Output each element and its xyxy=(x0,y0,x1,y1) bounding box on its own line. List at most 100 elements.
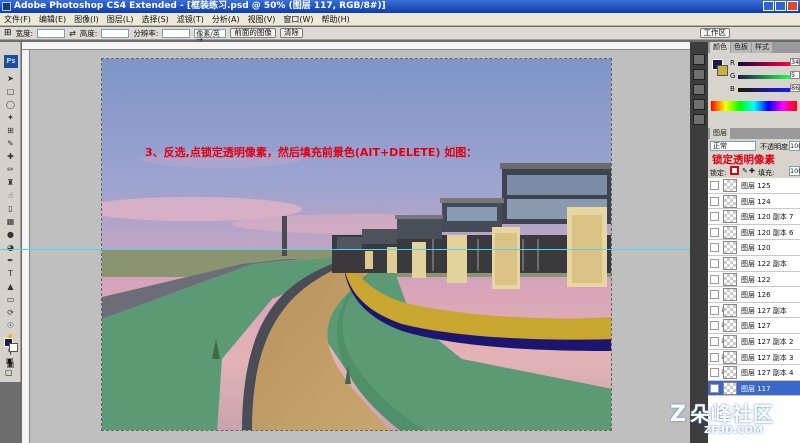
eyedropper-tool-icon[interactable]: ✎ xyxy=(5,139,16,149)
channel-b-value[interactable]: 86 xyxy=(790,84,800,92)
layer-row[interactable]: 图层 124 xyxy=(708,193,800,210)
visibility-toggle-icon[interactable] xyxy=(710,336,719,346)
tab-styles[interactable]: 样式 xyxy=(752,42,772,53)
menu-file[interactable]: 文件(F) xyxy=(4,13,31,26)
menu-view[interactable]: 视图(V) xyxy=(248,13,276,26)
eraser-tool-icon[interactable]: ▯ xyxy=(5,204,16,214)
image-canvas[interactable] xyxy=(101,58,612,431)
unit-select[interactable]: 像素/英寸 xyxy=(194,28,227,46)
background-color-swatch[interactable] xyxy=(9,343,18,352)
layer-name[interactable]: 图层 117 xyxy=(741,384,771,394)
tab-layers[interactable]: 图层 xyxy=(710,128,730,139)
blend-mode-select[interactable]: 正常 xyxy=(710,141,756,151)
tab-color[interactable]: 颜色 xyxy=(710,42,730,53)
color-spectrum-bar[interactable] xyxy=(711,101,797,111)
layer-row[interactable]: ↓图层 127 副本 4 xyxy=(708,365,800,381)
history-brush-tool-icon[interactable]: ☝ xyxy=(5,191,16,201)
visibility-toggle-icon[interactable] xyxy=(710,368,719,378)
visibility-toggle-icon[interactable] xyxy=(710,212,719,222)
layer-thumbnail[interactable] xyxy=(723,319,737,333)
stamp-tool-icon[interactable]: ♜ xyxy=(5,178,16,188)
visibility-toggle-icon[interactable] xyxy=(710,321,719,331)
layer-row[interactable]: ↓图层 127 副本 xyxy=(708,302,800,319)
visibility-toggle-icon[interactable] xyxy=(710,243,719,253)
layer-thumbnail[interactable] xyxy=(723,303,737,317)
shape-tool-icon[interactable]: ▭ xyxy=(5,295,16,305)
layer-name[interactable]: 图层 127 副本 3 xyxy=(741,353,794,363)
layer-name[interactable]: 图层 127 副本 2 xyxy=(741,337,794,347)
height-field[interactable] xyxy=(101,28,130,38)
horizontal-ruler[interactable] xyxy=(22,42,690,50)
marquee-tool-icon[interactable]: □ xyxy=(5,87,16,97)
workspace-button[interactable]: 工作区 xyxy=(699,28,730,38)
layer-thumbnail[interactable] xyxy=(723,194,737,208)
fill-field[interactable]: 100 xyxy=(789,166,800,176)
layer-row[interactable]: ↓图层 127 xyxy=(708,318,800,334)
lasso-tool-icon[interactable]: ◯ xyxy=(5,100,16,110)
channel-b-slider[interactable] xyxy=(738,88,790,92)
dodge-tool-icon[interactable]: ◕ xyxy=(5,243,16,253)
menu-help[interactable]: 帮助(H) xyxy=(322,13,350,26)
maximize-button[interactable] xyxy=(775,1,786,11)
vertical-ruler[interactable] xyxy=(22,50,30,443)
crop-tool-icon[interactable]: ⊞ xyxy=(5,126,16,136)
navigator-panel-icon[interactable] xyxy=(693,84,705,95)
width-field[interactable] xyxy=(37,28,66,38)
layer-thumbnail[interactable] xyxy=(723,288,737,302)
layer-name[interactable]: 图层 126 xyxy=(741,290,771,300)
lock-position-icon[interactable]: ✚ xyxy=(749,167,755,175)
guide-line[interactable] xyxy=(0,249,690,250)
minimize-button[interactable] xyxy=(763,1,774,11)
menu-window[interactable]: 窗口(W) xyxy=(283,13,313,26)
layer-row[interactable]: 图层 122 副本 xyxy=(708,255,800,272)
layer-thumbnail[interactable] xyxy=(723,241,737,255)
magic-wand-tool-icon[interactable]: ✦ xyxy=(5,113,16,123)
histogram-panel-icon[interactable] xyxy=(693,114,705,125)
layer-thumbnail[interactable] xyxy=(723,225,737,239)
layer-name[interactable]: 图层 125 xyxy=(741,181,771,191)
gradient-tool-icon[interactable]: ▦ xyxy=(5,217,16,227)
history-panel-icon[interactable] xyxy=(693,54,705,65)
layer-thumbnail[interactable] xyxy=(723,366,737,380)
3d-rotate-tool-icon[interactable]: ⟳ xyxy=(5,308,16,318)
menu-select[interactable]: 选择(S) xyxy=(141,13,168,26)
menu-analysis[interactable]: 分析(A) xyxy=(212,13,240,26)
channel-g-value[interactable]: 5 xyxy=(790,71,800,79)
type-tool-icon[interactable]: T xyxy=(5,269,16,279)
move-tool-icon[interactable]: ➤ xyxy=(5,74,16,84)
blur-tool-icon[interactable]: ● xyxy=(5,230,16,240)
visibility-toggle-icon[interactable] xyxy=(710,258,719,268)
layer-name[interactable]: 图层 120 xyxy=(741,243,771,253)
layer-row[interactable]: 图层 125 xyxy=(708,178,800,194)
crop-tool-icon[interactable]: ⊞ xyxy=(4,28,12,38)
visibility-toggle-icon[interactable] xyxy=(710,290,719,300)
layer-name[interactable]: 图层 127 副本 4 xyxy=(741,368,794,378)
layer-row[interactable]: 图层 120 xyxy=(708,240,800,256)
lock-image-pixels-icon[interactable]: ✎ xyxy=(742,167,748,175)
channel-r-slider[interactable] xyxy=(738,62,790,66)
tab-swatches[interactable]: 色板 xyxy=(731,42,751,53)
layer-name[interactable]: 图层 127 xyxy=(741,321,771,331)
visibility-toggle-icon[interactable] xyxy=(710,227,719,237)
visibility-toggle-icon[interactable] xyxy=(710,181,719,190)
layer-name[interactable]: 图层 122 副本 xyxy=(741,259,787,269)
edit-mode-icon[interactable]: ▢ xyxy=(5,368,13,377)
clear-button[interactable]: 清除 xyxy=(279,28,303,38)
visibility-toggle-icon[interactable] xyxy=(710,274,719,284)
layer-name[interactable]: 图层 122 xyxy=(741,275,771,285)
layer-thumbnail[interactable] xyxy=(723,350,737,364)
channel-g-slider[interactable] xyxy=(738,75,790,79)
visibility-toggle-icon[interactable] xyxy=(710,196,719,206)
pen-tool-icon[interactable]: ✒ xyxy=(5,256,16,266)
layer-row[interactable]: 图层 120 副本 7 xyxy=(708,209,800,225)
menu-edit[interactable]: 编辑(E) xyxy=(39,13,66,26)
layer-row[interactable]: 图层 126 xyxy=(708,287,800,303)
actions-panel-icon[interactable] xyxy=(693,69,705,80)
menu-filter[interactable]: 滤镜(T) xyxy=(177,13,204,26)
layer-row[interactable]: ↓图层 127 副本 2 xyxy=(708,333,800,350)
brush-tool-icon[interactable]: ✏ xyxy=(5,165,16,175)
front-image-button[interactable]: 前面的图像 xyxy=(230,28,276,38)
visibility-toggle-icon[interactable] xyxy=(710,383,719,393)
layer-name[interactable]: 图层 120 副本 7 xyxy=(741,212,794,222)
screen-mode-icon[interactable]: ▣ xyxy=(6,356,14,365)
